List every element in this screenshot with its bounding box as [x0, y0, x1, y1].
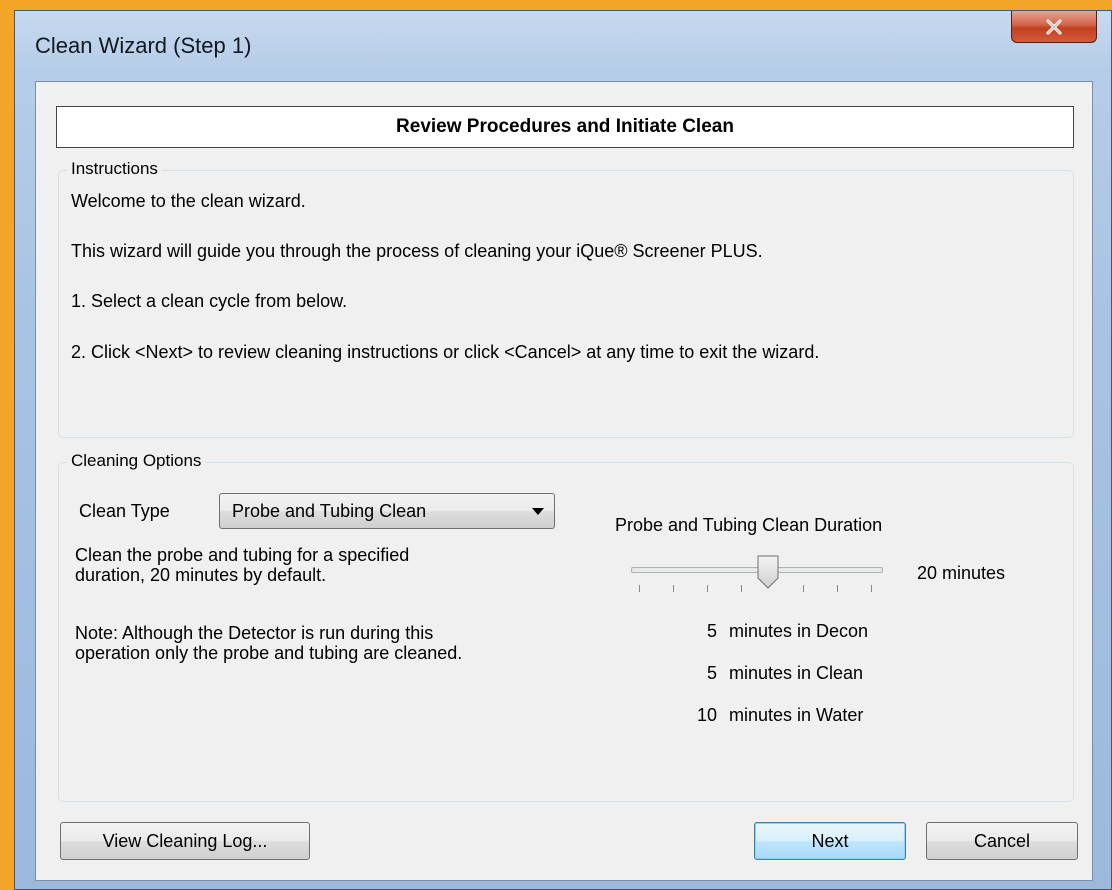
duration-slider-thumb[interactable]	[757, 555, 779, 589]
instruction-line: 1. Select a clean cycle from below.	[71, 291, 348, 311]
slider-tick	[837, 585, 838, 592]
chevron-down-icon	[532, 508, 544, 515]
instruction-line: Welcome to the clean wizard.	[71, 191, 306, 211]
window-title: Clean Wizard (Step 1)	[35, 33, 252, 58]
close-x-icon	[1046, 18, 1062, 35]
cleaning-options-group: Cleaning Options Clean Type Probe and Tu…	[58, 451, 1074, 802]
decon-minutes: 5	[706, 621, 717, 641]
decon-label: minutes in Decon	[729, 621, 869, 641]
slider-tick	[741, 585, 742, 592]
next-button[interactable]: Next	[754, 822, 906, 860]
instruction-line: This wizard will guide you through the p…	[71, 241, 763, 261]
clean-minutes: 5	[706, 663, 717, 683]
close-button[interactable]	[1011, 11, 1097, 43]
note-line: operation only the probe and tubing are …	[75, 643, 463, 663]
clean-type-selected-value: Probe and Tubing Clean	[232, 501, 427, 521]
clean-type-label: Clean Type	[79, 501, 170, 521]
slider-tick	[639, 585, 640, 592]
water-minutes: 10	[696, 705, 717, 725]
duration-value: 20 minutes	[917, 563, 1006, 583]
step-header: Review Procedures and Initiate Clean	[56, 106, 1074, 148]
duration-label: Probe and Tubing Clean Duration	[615, 515, 883, 535]
water-label: minutes in Water	[729, 705, 864, 725]
slider-tick	[803, 585, 804, 592]
slider-tick	[871, 585, 872, 592]
clean-description-line: Clean the probe and tubing for a specifi…	[75, 545, 410, 565]
instruction-line: 2. Click <Next> to review cleaning instr…	[71, 342, 820, 362]
slider-tick	[673, 585, 674, 592]
clean-label: minutes in Clean	[729, 663, 864, 683]
cleaning-options-group-label: Cleaning Options	[67, 451, 206, 471]
clean-type-select[interactable]: Probe and Tubing Clean	[219, 493, 555, 529]
cancel-button[interactable]: Cancel	[926, 822, 1078, 860]
slider-tick	[707, 585, 708, 592]
clean-description-line: duration, 20 minutes by default.	[75, 565, 327, 585]
view-cleaning-log-button[interactable]: View Cleaning Log...	[60, 822, 310, 860]
title-bar[interactable]: Clean Wizard (Step 1)	[15, 11, 1111, 87]
instructions-group: Instructions Welcome to the clean wizard…	[58, 159, 1074, 438]
note-line: Note: Although the Detector is run durin…	[75, 623, 434, 643]
wizard-client-area: Review Procedures and Initiate Clean Ins…	[35, 81, 1093, 881]
instructions-group-label: Instructions	[67, 159, 162, 179]
clean-wizard-window: Clean Wizard (Step 1) Review Procedures …	[14, 10, 1112, 890]
